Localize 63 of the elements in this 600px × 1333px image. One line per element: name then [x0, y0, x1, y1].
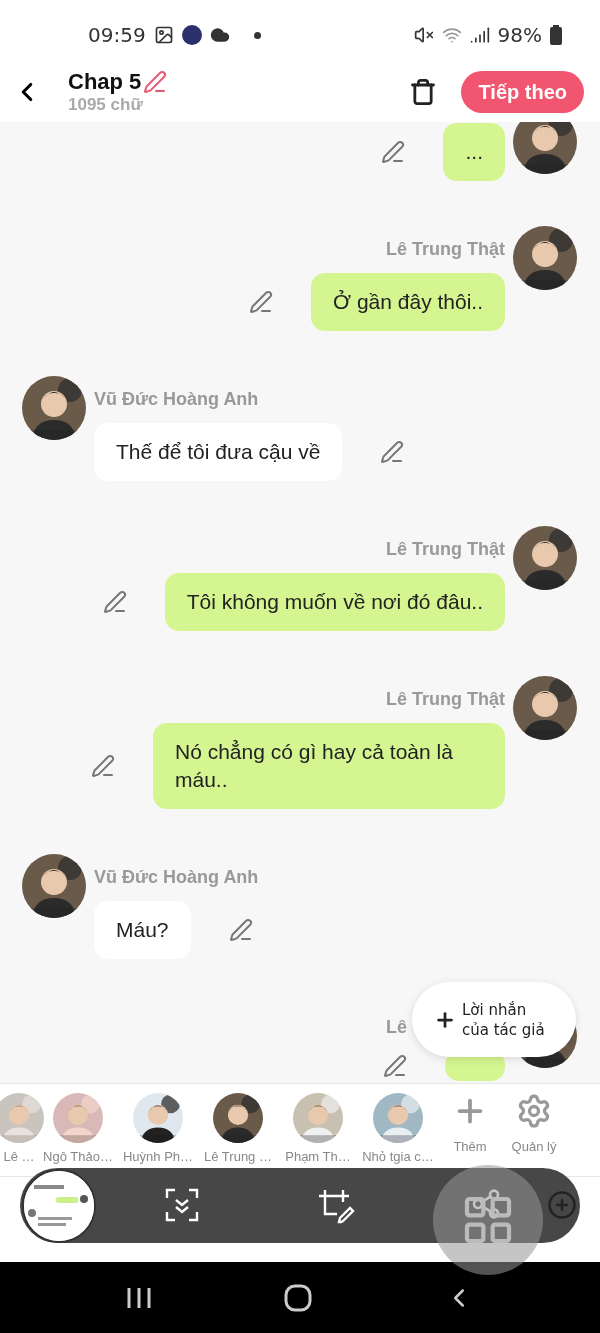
- crop-edit-button[interactable]: [317, 1188, 355, 1224]
- message-bubble: Tôi không muốn về nơi đó đâu..: [164, 573, 505, 631]
- edit-icon[interactable]: [143, 70, 168, 94]
- home-button[interactable]: [284, 1283, 312, 1312]
- pencil-icon: [380, 440, 405, 464]
- character-name[interactable]: Phạm Th…: [285, 1149, 351, 1164]
- character-name: Lê: [386, 1017, 407, 1038]
- character-name: Lê Trung Thật: [386, 689, 505, 710]
- word-count: 1095 chữ: [68, 95, 144, 115]
- recent-apps-icon: [126, 1285, 152, 1310]
- pencil-icon: [383, 1054, 407, 1078]
- battery-icon: [550, 25, 562, 45]
- edit-button[interactable]: [380, 440, 405, 464]
- delete-button[interactable]: [409, 78, 438, 106]
- chapter-title: Chap 5: [68, 69, 142, 95]
- edit-button[interactable]: [228, 918, 253, 942]
- scroll-capture-button[interactable]: [165, 1188, 199, 1222]
- pencil-icon: [249, 290, 274, 314]
- add-character-button[interactable]: Thêm: [438, 1093, 502, 1154]
- edit-button[interactable]: [249, 290, 274, 314]
- app-logo-icon: [181, 25, 202, 45]
- crop-edit-icon: [317, 1188, 355, 1224]
- add-icon: [547, 1190, 577, 1220]
- character-name[interactable]: Nhỏ tgia c…: [362, 1149, 434, 1164]
- character-name: Lê Trung Thật: [386, 239, 505, 260]
- edit-button[interactable]: [381, 140, 406, 164]
- message-bubble: Ở gần đây thôi..: [311, 273, 505, 331]
- message-bubble: ...: [443, 123, 505, 181]
- character-name: Lê Trung Thật: [386, 539, 505, 560]
- character-name: Vũ Đức Hoàng Anh: [94, 389, 259, 410]
- battery-percent: 98%: [497, 23, 542, 47]
- message-bubble: Thế để tôi đưa cậu về: [94, 423, 343, 481]
- character-name[interactable]: Ngô Thảo…: [43, 1149, 113, 1164]
- edit-button[interactable]: [102, 590, 127, 614]
- signal-icon: [469, 25, 490, 45]
- character-name[interactable]: Lê Trung …: [204, 1149, 272, 1164]
- edit-button[interactable]: [383, 1054, 407, 1078]
- cloud-icon: [209, 25, 230, 45]
- next-button[interactable]: Tiếp theo: [461, 71, 584, 113]
- share-icon: [470, 1188, 502, 1220]
- mute-icon: [413, 25, 434, 45]
- image-icon: [153, 25, 174, 45]
- scroll-capture-icon: [165, 1188, 199, 1222]
- message-bubble: Máu?: [94, 901, 191, 959]
- pencil-icon: [102, 590, 127, 614]
- dot-icon: [253, 31, 261, 39]
- manage-button[interactable]: Quản lý: [502, 1093, 566, 1154]
- author-note-button[interactable]: Lời nhắn của tác giả: [412, 982, 576, 1057]
- share-button[interactable]: [470, 1188, 502, 1220]
- clock-time: 09:59: [88, 23, 146, 47]
- pencil-icon: [91, 754, 115, 778]
- message-bubble: Nó chẳng có gì hay cả toàn là máu..: [153, 723, 505, 809]
- pencil-icon: [381, 140, 406, 164]
- pencil-icon: [228, 918, 253, 942]
- recent-apps-button[interactable]: [126, 1285, 152, 1310]
- trash-icon: [409, 78, 438, 106]
- character-name[interactable]: Lê …: [3, 1149, 35, 1164]
- wifi-icon: [441, 25, 462, 45]
- edit-button[interactable]: [91, 754, 115, 778]
- character-name[interactable]: Huỳnh Ph…: [122, 1149, 194, 1164]
- home-icon: [284, 1283, 312, 1312]
- settings-icon: [516, 1093, 552, 1129]
- character-name: Vũ Đức Hoàng Anh: [94, 867, 259, 888]
